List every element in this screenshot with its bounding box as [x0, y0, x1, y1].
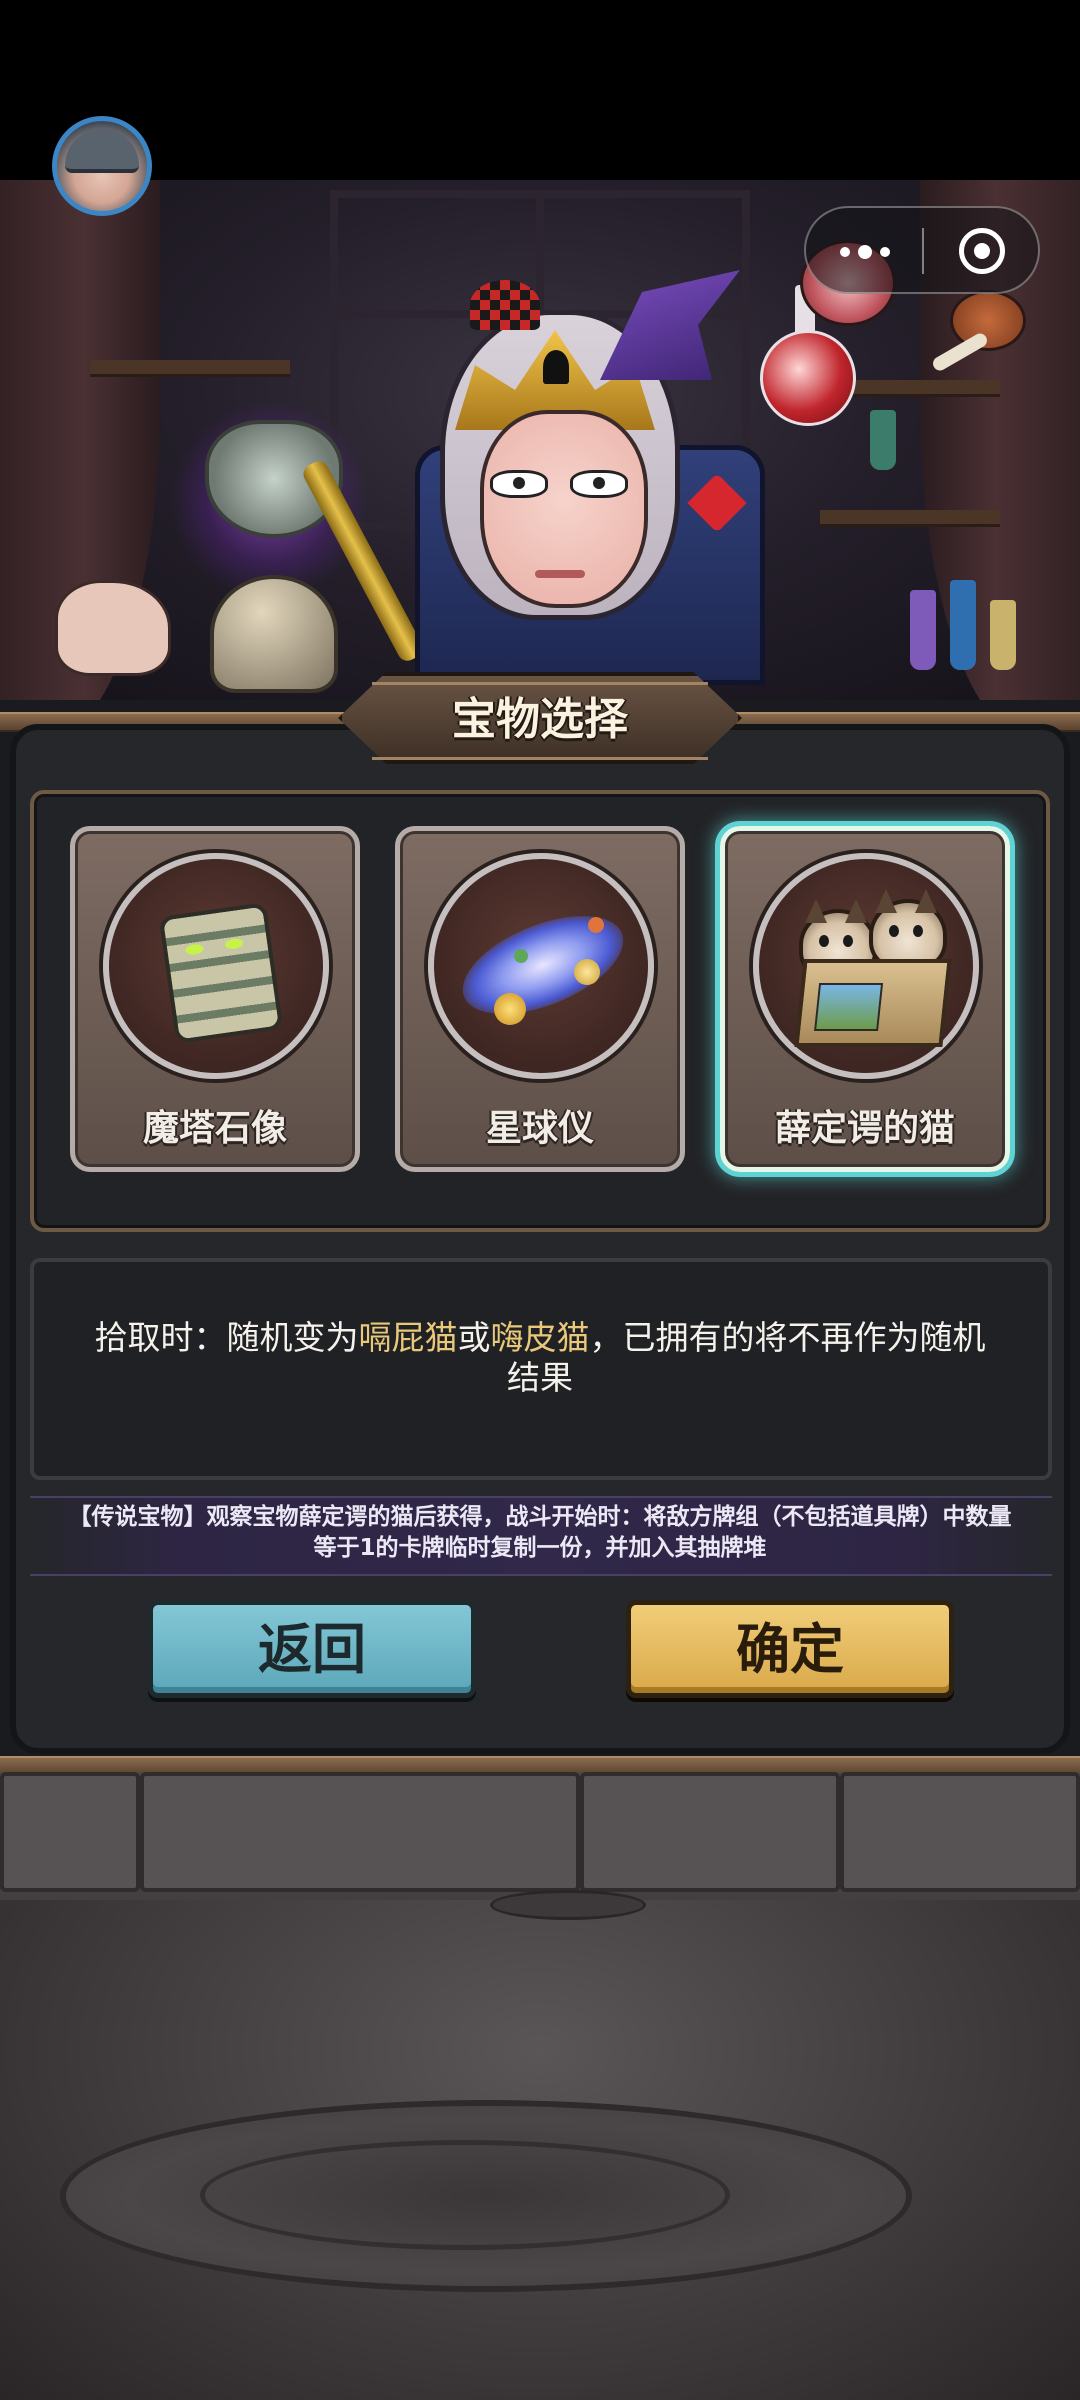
- back-button[interactable]: 返回: [148, 1600, 476, 1698]
- treasure-card-orrery[interactable]: 星球仪: [395, 826, 685, 1172]
- queen-face: [480, 410, 648, 608]
- eye-right: [570, 470, 628, 498]
- red-flask-icon: [760, 330, 856, 426]
- planet-icon: [588, 917, 604, 933]
- knight-helmet-icon: [65, 129, 139, 173]
- card-label: 魔塔石像: [142, 1108, 287, 1149]
- wall-brick: [0, 1772, 140, 1892]
- card-label: 薛定谔的猫: [774, 1108, 955, 1149]
- panel-title: 宝物选择: [452, 694, 628, 745]
- card-label: 星球仪: [485, 1108, 594, 1149]
- galaxy-orrery-icon: [449, 896, 637, 1034]
- floor-pad: [490, 1890, 646, 1920]
- wall-brick: [840, 1772, 1080, 1892]
- potion-bottle-icon: [910, 590, 936, 670]
- legend-note: 【传说宝物】观察宝物薛定谔的猫后获得，战斗开始时：将敌方牌组（不包括道具牌）中数…: [68, 1504, 1012, 1561]
- target-close-icon[interactable]: [959, 228, 1005, 274]
- planet-icon: [574, 959, 600, 985]
- more-dots-icon[interactable]: [836, 241, 896, 263]
- helmet-icon: [210, 575, 338, 693]
- hand-icon: [55, 580, 171, 676]
- wall-brick: [580, 1772, 840, 1892]
- stone-totem-icon: [158, 902, 284, 1044]
- spade-icon: [543, 350, 569, 384]
- description-option-b: 嗨皮猫: [490, 1318, 590, 1357]
- card-orb: [428, 853, 654, 1079]
- planet-icon: [514, 949, 528, 963]
- shelf: [820, 510, 1000, 527]
- floor-vortex-inner: [200, 2140, 730, 2250]
- player-avatar[interactable]: [52, 116, 152, 216]
- potion-bottle-icon: [870, 410, 896, 470]
- potion-bottle-icon: [950, 580, 976, 670]
- capsule-divider: [922, 228, 924, 274]
- card-orb: [753, 853, 979, 1079]
- jester-cap-icon: [470, 280, 540, 330]
- cardboard-box-icon: [794, 959, 952, 1047]
- shelf: [90, 360, 290, 377]
- description-option-a: 嗝屁猫: [358, 1318, 458, 1357]
- description-joiner: 或: [457, 1318, 491, 1357]
- description-text: 拾取时：随机变为嗝屁猫或嗨皮猫，已拥有的将不再作为随机结果: [80, 1318, 1000, 1398]
- treasure-card-schrodinger-cat[interactable]: 薛定谔的猫: [720, 826, 1010, 1172]
- status-area: [0, 0, 1080, 180]
- description-prefix: 拾取时：随机变为: [94, 1318, 359, 1357]
- mouth: [535, 570, 585, 578]
- planet-icon: [494, 993, 526, 1025]
- potion-bottle-icon: [990, 600, 1016, 670]
- mini-program-capsule: [804, 206, 1040, 294]
- eye-left: [490, 470, 548, 498]
- wall-brick: [140, 1772, 580, 1892]
- confirm-button[interactable]: 确定: [626, 1600, 954, 1698]
- card-orb: [103, 853, 329, 1079]
- treasure-card-stone-totem[interactable]: 魔塔石像: [70, 826, 360, 1172]
